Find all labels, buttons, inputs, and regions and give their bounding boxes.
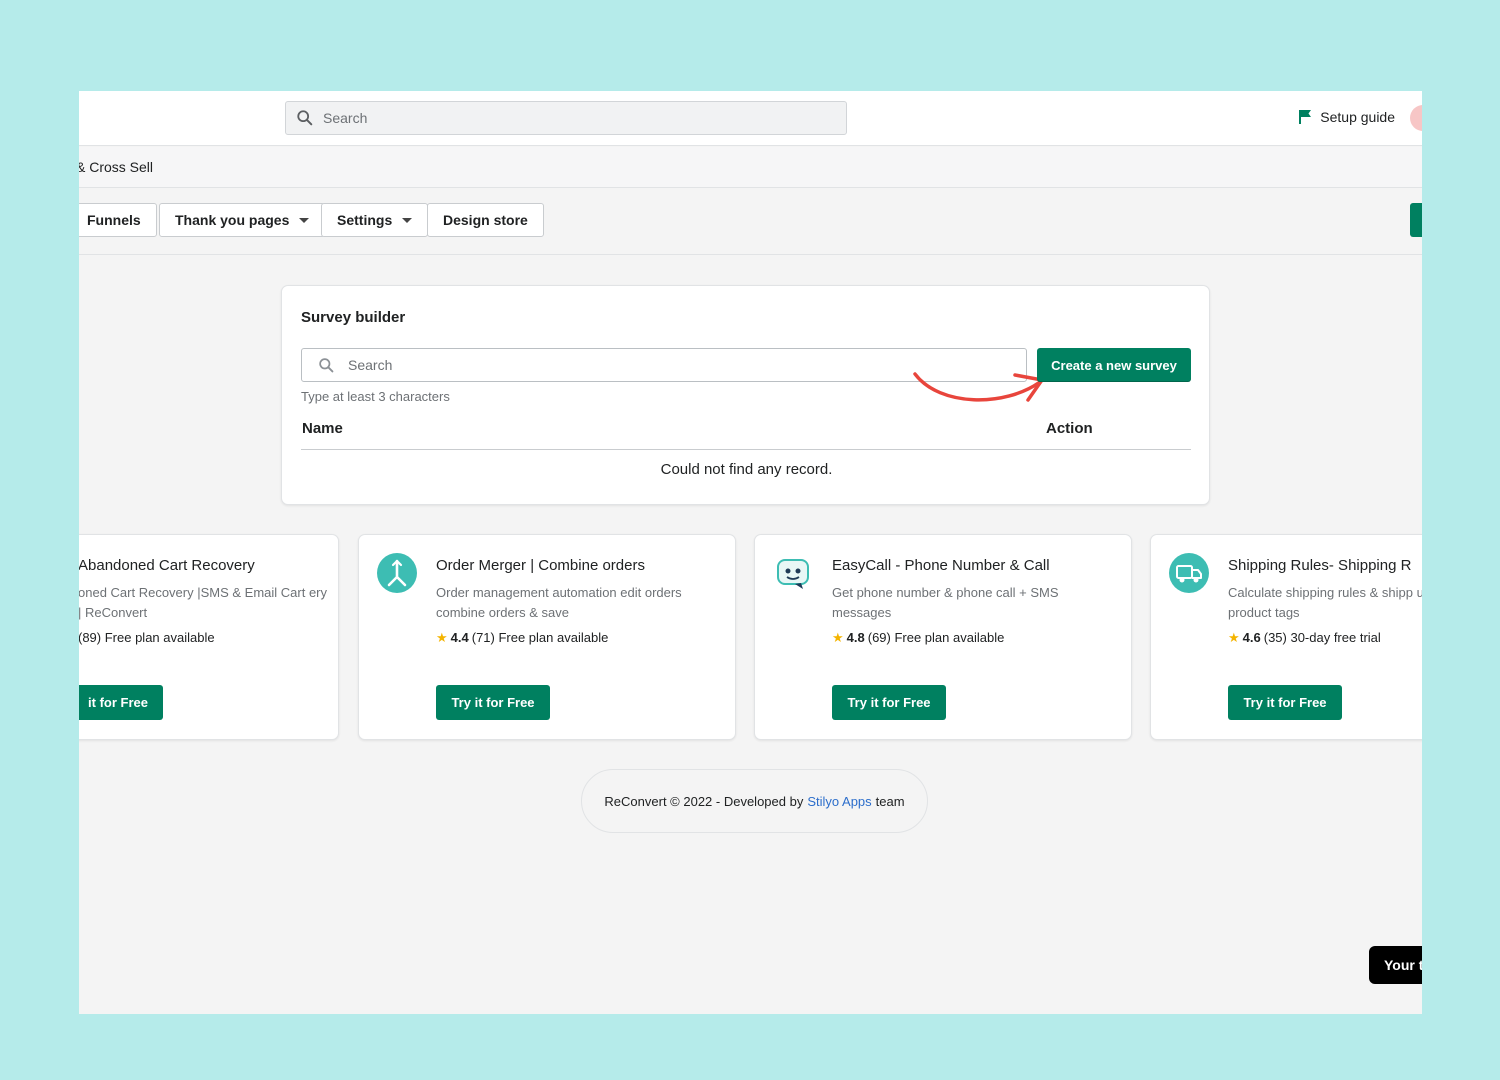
app-name: Order Merger | Combine orders [436,557,645,574]
try-free-button[interactable]: it for Free [79,685,163,720]
try-free-button[interactable]: Try it for Free [436,685,550,720]
funnels-button[interactable]: Funnels [79,203,157,237]
empty-state-text: Could not find any record. [660,461,833,478]
red-arrow-annotation [913,372,1044,402]
column-header-name[interactable]: Name [302,420,343,437]
star-icon: ★ [436,630,448,645]
settings-dropdown[interactable]: Settings [321,203,429,237]
footer-suffix: team [875,793,905,809]
app-window: Search Setup guide & Cross Sell Funnels … [79,91,1422,1014]
delivery-truck-icon [1169,553,1209,593]
try-free-button[interactable]: Try it for Free [832,685,946,720]
app-rating: ★ 4.6 (35) 30-day free trial [1228,630,1381,646]
create-survey-button[interactable]: Create a new survey [1037,348,1191,382]
app-reviews: (71) Free plan available [471,630,609,645]
flag-icon [1299,110,1312,124]
app-description: Order management automation edit orders … [436,585,682,620]
search-hint: Type at least 3 characters [301,389,450,404]
setup-guide-link[interactable]: Setup guide [1297,109,1395,125]
star-icon: ★ [832,630,844,645]
app-name: EasyCall - Phone Number & Call [832,557,1050,574]
chevron-down-icon [402,217,413,223]
thank-you-pages-label: Thank you pages [175,212,290,228]
funnels-label: Funnels [87,212,141,228]
app-rating: ★ 4.4 (71) Free plan available [436,630,608,646]
app-description: Calculate shipping rules & shipp using p… [1228,585,1422,620]
breadcrumb-text: & Cross Sell [79,159,154,175]
primary-action-button[interactable] [1410,203,1422,237]
search-icon [319,357,334,372]
app-rating: (89) Free plan available [79,630,215,645]
design-store-button[interactable]: Design store [427,203,544,237]
avatar[interactable] [1410,105,1422,131]
rating-value: 4.8 [846,630,865,645]
rating-value: 4.4 [450,630,469,645]
app-reviews: (89) Free plan available [79,630,215,645]
chevron-down-icon [299,217,310,223]
search-icon [297,110,313,126]
app-reviews: (35) 30-day free trial [1263,630,1381,645]
search-placeholder: Search [323,110,368,126]
settings-label: Settings [337,212,393,228]
breadcrumb: & Cross Sell [79,147,1422,188]
app-description: Get phone number & phone call + SMS mess… [832,585,1059,620]
app-description: oned Cart Recovery |SMS & Email Cart ery… [79,585,328,620]
column-header-action: Action [1046,420,1093,437]
app-card-easycall: EasyCall - Phone Number & Call Get phone… [754,534,1132,740]
app-name: Abandoned Cart Recovery [79,557,255,574]
survey-builder-card: Survey builder Search Type at least 3 ch… [281,285,1210,505]
top-bar: Search Setup guide [79,91,1422,146]
merge-arrows-icon [377,553,417,593]
try-free-button[interactable]: Try it for Free [1228,685,1342,720]
app-card-abandoned-cart: Abandoned Cart Recovery oned Cart Recove… [79,534,339,740]
footer-prefix: ReConvert © 2022 - Developed by [604,793,804,809]
trial-toast[interactable]: Your t [1369,946,1422,984]
thank-you-pages-dropdown[interactable]: Thank you pages [159,203,326,237]
app-rating: ★ 4.8 (69) Free plan available [832,630,1004,646]
app-reviews: (69) Free plan available [867,630,1005,645]
star-icon: ★ [1228,630,1240,645]
search-placeholder: Search [348,357,393,373]
table-divider [301,449,1191,450]
app-name: Shipping Rules- Shipping R [1228,557,1412,574]
footer: ReConvert © 2022 - Developed by Stilyo A… [581,769,928,833]
global-search-input[interactable]: Search [285,101,847,135]
chat-robot-icon [777,559,809,589]
app-nav: Funnels Thank you pages Settings Design … [79,189,1422,255]
app-card-order-merger: Order Merger | Combine orders Order mana… [358,534,736,740]
app-card-shipping-rules: Shipping Rules- Shipping R Calculate shi… [1150,534,1422,740]
setup-guide-label: Setup guide [1320,109,1395,125]
card-title: Survey builder [301,309,406,326]
design-store-label: Design store [443,212,528,228]
rating-value: 4.6 [1242,630,1261,645]
developer-link[interactable]: Stilyo Apps [807,794,871,809]
